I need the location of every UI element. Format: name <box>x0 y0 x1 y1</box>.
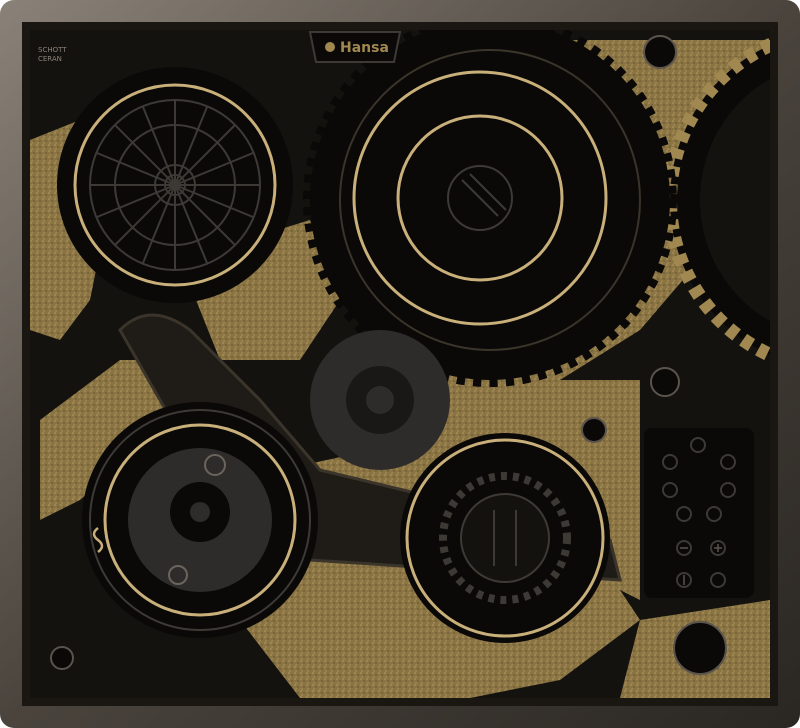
rear-right-zone[interactable] <box>352 70 608 326</box>
front-right-zone[interactable] <box>400 433 610 643</box>
schott-ceran-line2: CERAN <box>38 55 62 63</box>
brand-name: Hansa <box>340 40 389 56</box>
brand-logo-icon <box>325 42 335 52</box>
touch-control-panel <box>644 428 754 598</box>
front-left-dual-zone[interactable] <box>82 402 318 638</box>
brand-badge: Hansa <box>308 31 402 63</box>
schott-ceran-line1: SCHOTT <box>38 46 67 54</box>
ceramic-cooktop: Hansa SCHOTT CERAN <box>0 0 800 728</box>
rear-left-zone[interactable] <box>57 67 293 303</box>
glass-surface: Hansa SCHOTT CERAN <box>30 30 770 698</box>
gear-decoration-gray <box>310 330 450 470</box>
